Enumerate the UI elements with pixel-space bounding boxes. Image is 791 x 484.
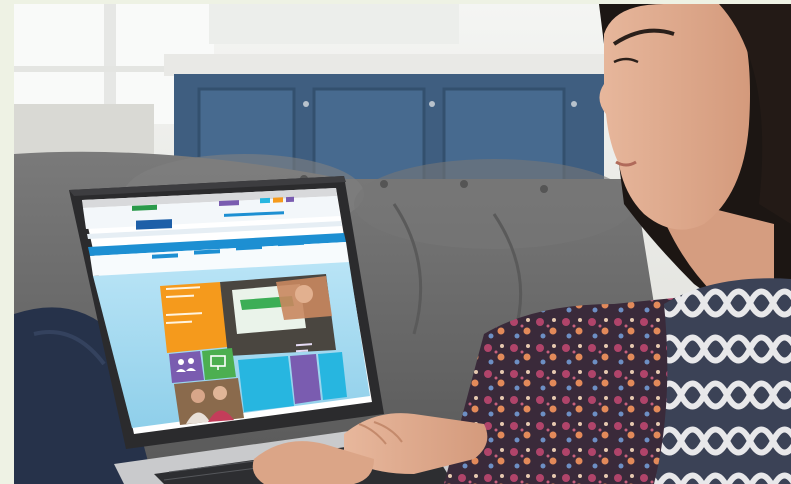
people-icon bbox=[169, 351, 204, 383]
site-orange-tile bbox=[160, 282, 228, 353]
lattice-cushion bbox=[654, 278, 791, 484]
photo-scene bbox=[14, 4, 791, 484]
monitor-icon bbox=[202, 348, 236, 380]
site-cyan-tile bbox=[238, 356, 294, 412]
website-screen bbox=[82, 188, 372, 434]
